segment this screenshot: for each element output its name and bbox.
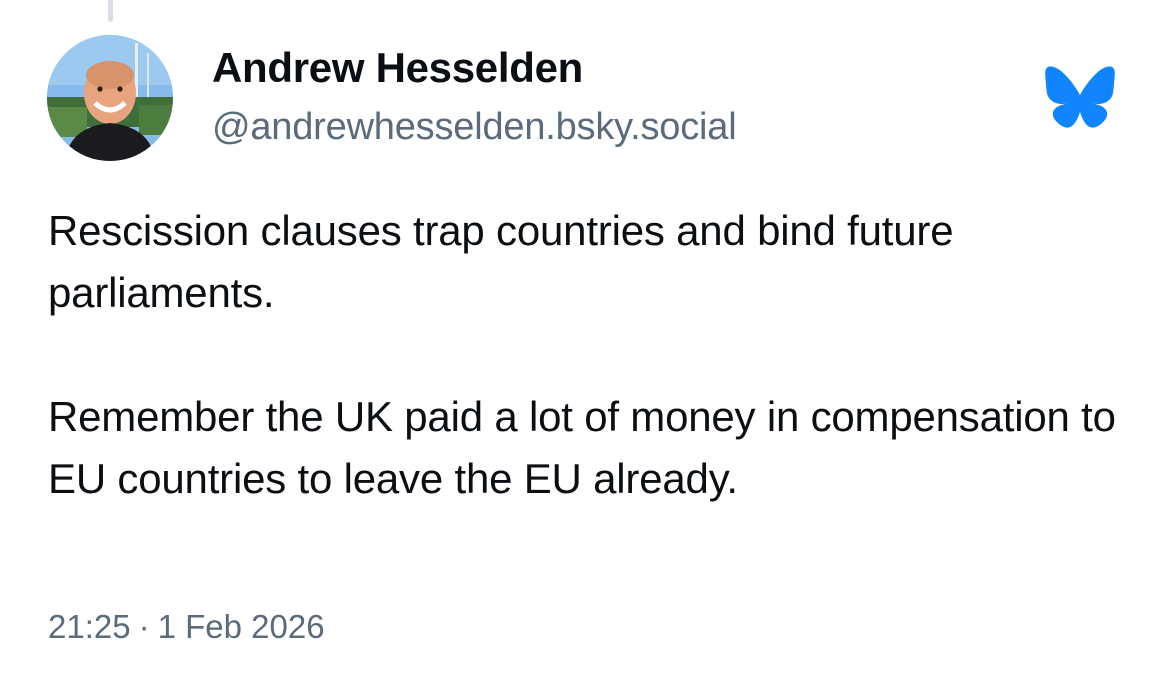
author-display-name[interactable]: Andrew Hesselden <box>212 44 583 92</box>
bluesky-butterfly-icon[interactable] <box>1044 64 1116 130</box>
post-paragraph: Remember the UK paid a lot of money in c… <box>48 393 1116 502</box>
post-date: 1 Feb 2026 <box>157 608 325 645</box>
avatar[interactable] <box>47 35 173 161</box>
post-paragraph: Rescission clauses trap countries and bi… <box>48 207 954 316</box>
post-timestamp[interactable]: 21:25 · 1 Feb 2026 <box>48 608 325 646</box>
author-handle[interactable]: @andrewhesselden.bsky.social <box>212 106 737 149</box>
post-body: Rescission clauses trap countries and bi… <box>48 200 1128 510</box>
thread-connector-line <box>108 0 113 22</box>
avatar-photo-icon <box>47 35 173 161</box>
timestamp-separator: · <box>138 608 150 645</box>
post-time: 21:25 <box>48 608 131 645</box>
